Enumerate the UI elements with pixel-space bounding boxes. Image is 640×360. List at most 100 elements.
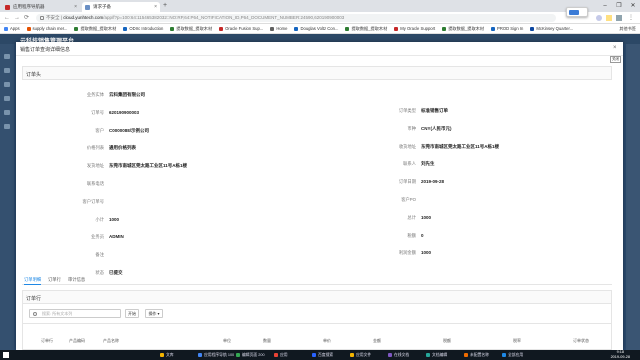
bookmark-item[interactable]: 提取数据_提取木材 — [345, 26, 387, 32]
nav-icon[interactable] — [4, 124, 10, 129]
bookmark-favicon-icon — [442, 26, 447, 31]
column-header[interactable]: 单价 — [323, 338, 331, 344]
field-label: 业务实体 — [86, 92, 104, 97]
bookmark-item[interactable]: PROD Sign In — [491, 26, 523, 31]
column-header[interactable]: 税额 — [443, 338, 451, 344]
bookmark-label: supply chain mer... — [32, 26, 68, 31]
taskbar-app-icon — [274, 353, 278, 357]
field-label: 税额 — [407, 232, 416, 238]
tab-order-details[interactable]: 订单明细 — [24, 277, 42, 285]
bookmark-item[interactable]: My Oracle Support — [394, 26, 435, 31]
taskbar-item[interactable]: 应用文件 — [350, 351, 371, 359]
bookmark-item[interactable]: Home — [270, 26, 287, 31]
window-close-button[interactable]: ✕ — [626, 0, 640, 12]
bookmark-label: Douglas Voltz Con... — [300, 26, 339, 31]
go-button[interactable]: 开始 — [125, 309, 139, 318]
search-input[interactable]: 搜索: 所有文本列 — [29, 309, 121, 318]
taskbar-item[interactable]: 文档编辑 — [426, 351, 447, 359]
taskbar-item-label: 编辑页面 200 — [242, 352, 265, 357]
nav-icon[interactable] — [4, 96, 10, 101]
menu-kebab-icon[interactable]: ⋮ — [628, 14, 634, 22]
bookmark-favicon-icon — [530, 26, 535, 31]
field-value: 1000 — [421, 250, 432, 256]
other-bookmarks-button[interactable]: 其他书签 — [619, 26, 636, 32]
bookmark-item[interactable]: Douglas Voltz Con... — [294, 26, 338, 31]
browser-tab-active[interactable]: 请求子备 × — [82, 2, 160, 12]
taskbar-item[interactable]: 应用程序导航 100 — [198, 351, 234, 359]
order-lines-section: 订单行 — [22, 290, 612, 304]
nav-icon[interactable] — [4, 68, 10, 73]
order-lines-toolbar: 搜索: 所有文本列 开始 操作 ▾ — [22, 304, 612, 324]
nav-icon[interactable] — [4, 82, 10, 87]
nav-icon[interactable] — [4, 54, 10, 59]
security-indicator: 不安全 | — [46, 15, 62, 20]
tab-close-icon[interactable]: × — [154, 4, 157, 10]
tab-close-icon[interactable]: × — [74, 4, 77, 10]
order-lines-grid: 订单行 产品编码 产品名称 单位 数量 单价 金额 税额 税率 订单状态 — [22, 324, 612, 350]
new-tab-button[interactable]: + — [163, 2, 167, 9]
field-value: 1000 — [109, 216, 120, 222]
field-label: 价格列表 — [86, 145, 104, 151]
field-value: 620190900003 — [109, 109, 140, 115]
taskbar-item[interactable]: 编辑页面 200 — [236, 351, 265, 359]
bookmark-item[interactable]: ODIrc Introduction — [123, 26, 163, 31]
column-header[interactable]: 订单状态 — [573, 338, 589, 344]
field-value: CNY(人民币元) — [421, 125, 452, 131]
detail-tabs: 订单明细 订单行 审计信息 — [22, 275, 612, 285]
bookmark-item[interactable]: Oracle Fusion Sup... — [219, 26, 263, 31]
taskbar-item[interactable]: 全部应用 — [502, 351, 523, 359]
windows-start-icon[interactable] — [3, 352, 9, 358]
tab-order-lines[interactable]: 订单行 — [48, 277, 61, 283]
bookmark-item[interactable]: 提取数据_提取木材 — [74, 26, 116, 32]
browser-tab-bar: 应用程序导航器 × 请求子备 × + – ❐ ✕ — [0, 0, 640, 12]
os-taskbar: 9:18 2019-09-28 文库 应用程序导航 100 编辑页面 200 应用 百度… — [0, 350, 640, 360]
taskbar-item[interactable]: 文库 — [160, 351, 174, 359]
tab-audit-info[interactable]: 审计信息 — [68, 277, 85, 283]
forward-arrow-icon[interactable]: → — [14, 14, 20, 22]
extension-icon[interactable] — [616, 15, 622, 21]
bookmark-item[interactable]: 提取数据_提取木材 — [170, 26, 212, 32]
reload-icon[interactable]: ⟳ — [24, 14, 29, 22]
order-header-section: 订单头 — [22, 66, 612, 80]
taskbar-item[interactable]: 未配置名称 — [464, 351, 489, 359]
bookmark-label: Oracle Fusion Sup... — [225, 26, 264, 31]
bookmark-favicon-icon — [294, 26, 299, 31]
info-icon[interactable] — [40, 16, 44, 20]
profile-avatar-icon[interactable] — [596, 15, 602, 21]
bookmark-item[interactable]: supply chain mer... — [26, 26, 68, 31]
translate-popup[interactable] — [566, 7, 588, 17]
bookmark-item[interactable]: Apps — [4, 26, 20, 31]
taskbar-item[interactable]: 在线文档 — [388, 351, 409, 359]
bookmark-item[interactable]: McKinsey Quarter... — [530, 26, 573, 31]
field-label: 客户 — [95, 127, 104, 133]
field-value: 2019-09-28 — [421, 179, 445, 185]
back-arrow-icon[interactable]: ← — [4, 14, 10, 22]
section-title: 订单头 — [26, 72, 42, 78]
tab-label: 应用程序导航器 — [13, 4, 45, 9]
maximize-button[interactable]: ❐ — [612, 0, 626, 12]
taskbar-item[interactable]: 百度搜索 — [312, 351, 333, 359]
column-header[interactable]: 订单行 — [41, 338, 53, 344]
bookmark-item[interactable]: 提取数据_提取木材 — [442, 26, 484, 32]
column-header[interactable]: 数量 — [263, 338, 271, 344]
bookmark-favicon-icon — [26, 26, 31, 31]
minimize-button[interactable]: – — [598, 0, 612, 12]
column-header[interactable]: 产品名称 — [103, 338, 119, 344]
extension-icon[interactable] — [606, 15, 612, 21]
field-label: 订单类型 — [398, 108, 416, 113]
column-header[interactable]: 单位 — [223, 338, 231, 344]
close-icon[interactable]: × — [613, 45, 617, 51]
nav-icon[interactable] — [4, 110, 10, 115]
taskbar-app-icon — [198, 353, 202, 357]
actions-menu-button[interactable]: 操作 ▾ — [145, 309, 163, 318]
url-input[interactable]: 不安全 | cloud.yunhtech.com/app/f?p=100:64:… — [36, 14, 556, 22]
taskbar-item[interactable]: 应用 — [274, 351, 288, 359]
taskbar-app-icon — [502, 353, 506, 357]
field-value: 1000 — [421, 214, 432, 220]
taskbar-item-label: 全部应用 — [508, 352, 524, 357]
column-header[interactable]: 税率 — [513, 338, 521, 344]
field-label: 币种 — [407, 125, 416, 131]
browser-tab-app-navigator[interactable]: 应用程序导航器 × — [2, 2, 80, 12]
column-header[interactable]: 产品编码 — [69, 338, 85, 344]
column-header[interactable]: 金额 — [373, 338, 381, 344]
